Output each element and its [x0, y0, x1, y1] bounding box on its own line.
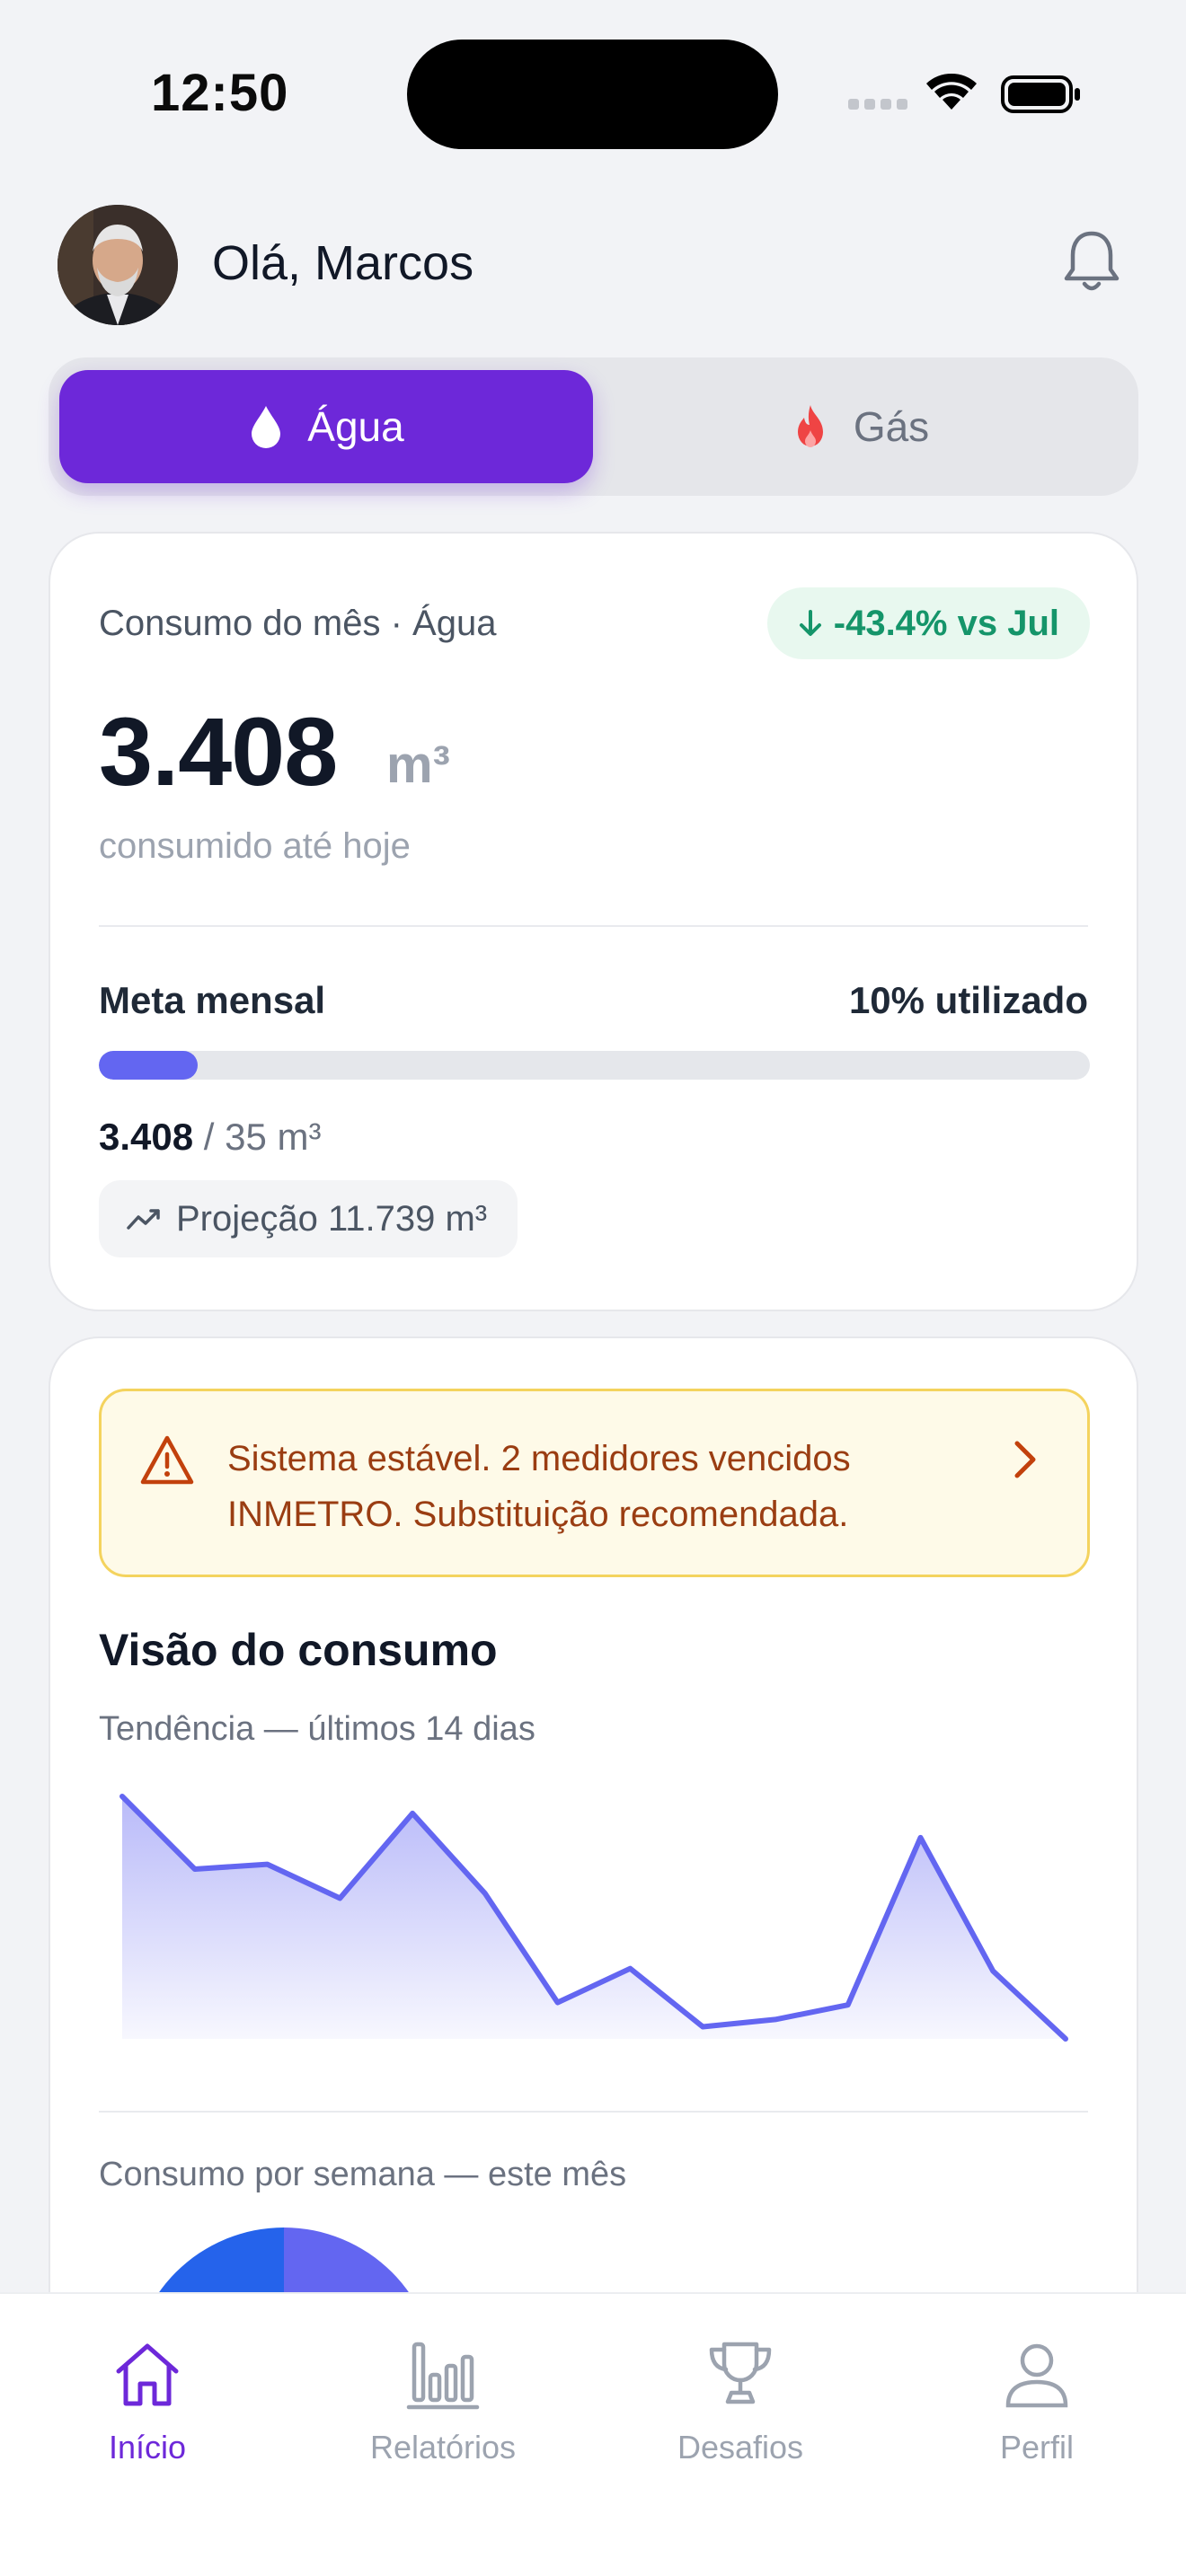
- projection-pill: Projeção 11.739 m³: [99, 1180, 518, 1257]
- status-icons: [848, 73, 1080, 113]
- chevron-right-icon: [1014, 1441, 1036, 1478]
- goal-used: 10% utilizado: [848, 979, 1088, 1021]
- trend-chart-label: Tendência — últimos 14 dias: [99, 1710, 535, 1748]
- wifi-icon: [926, 73, 977, 110]
- greeting-text: Olá, Marcos: [212, 236, 474, 290]
- delta-badge: -43.4% vs Jul: [766, 587, 1090, 659]
- delta-badge-text: -43.4% vs Jul: [833, 603, 1059, 643]
- water-drop-icon: [252, 406, 281, 448]
- goal-progress-fill: [99, 1051, 199, 1080]
- bell-icon[interactable]: [1060, 228, 1123, 295]
- tab-gas-label: Gás: [853, 403, 930, 450]
- tab-agua-label: Água: [307, 403, 404, 450]
- trend-point: [919, 1837, 921, 1839]
- usage-current: 3.408: [99, 1116, 194, 1158]
- trend-point: [702, 2026, 704, 2027]
- status-time: 12:50: [151, 64, 289, 122]
- trend-point: [484, 1892, 486, 1894]
- avatar[interactable]: [58, 205, 178, 325]
- battery-icon: [1001, 75, 1080, 113]
- projection-text: Projeção 11.739 m³: [176, 1198, 488, 1239]
- signal-icon: [848, 99, 907, 110]
- status-bar: 12:50: [0, 0, 1186, 171]
- trend-point: [121, 1795, 123, 1797]
- header: Olá, Marcos: [0, 201, 1186, 327]
- trend-point: [847, 2004, 849, 2006]
- alert-banner[interactable]: Sistema estável. 2 medidores vencidos IN…: [99, 1389, 1090, 1577]
- trend-point: [992, 1970, 994, 1972]
- trend-point: [557, 2002, 559, 2003]
- trend-point: [267, 1864, 269, 1866]
- tab-inicio[interactable]: Início: [13, 2337, 282, 2490]
- tab-desafios[interactable]: Desafios: [606, 2337, 875, 2490]
- tab-agua[interactable]: Água: [59, 370, 593, 483]
- goal-label: Meta mensal: [99, 979, 326, 1021]
- bar-chart-icon: [406, 2342, 480, 2410]
- arrow-down-icon: [799, 610, 821, 636]
- tab-desafios-label: Desafios: [677, 2429, 804, 2466]
- usage-line: 3.408 / 35 m³: [99, 1116, 321, 1159]
- trend-point: [774, 2018, 776, 2020]
- tab-perfil-label: Perfil: [999, 2429, 1075, 2466]
- consumption-card: Consumo do mês · Água -43.4% vs Jul 3.40…: [49, 532, 1138, 1311]
- section-title: Visão do consumo: [99, 1625, 498, 1675]
- tab-relatorios-label: Relatórios: [369, 2429, 517, 2466]
- divider: [99, 2111, 1088, 2113]
- divider: [99, 925, 1088, 927]
- tab-gas[interactable]: Gás: [593, 370, 1127, 483]
- dynamic-island: [407, 40, 778, 149]
- trend-point: [339, 1897, 341, 1899]
- trend-point: [1065, 2038, 1067, 2040]
- trend-chart: [119, 1794, 1068, 2042]
- consumption-unit: m³: [386, 736, 450, 794]
- utility-toggle: Água Gás: [49, 357, 1138, 496]
- warning-icon: [140, 1435, 194, 1485]
- flame-icon: [797, 405, 823, 447]
- avatar-image: [58, 205, 178, 325]
- tab-relatorios[interactable]: Relatórios: [308, 2337, 578, 2490]
- tab-bar: Início Relatórios Desafios Perfil: [0, 2292, 1186, 2576]
- trend-point: [629, 1968, 631, 1970]
- consumption-value: 3.408: [99, 697, 338, 806]
- usage-total: / 35 m³: [203, 1116, 322, 1158]
- trend-point: [194, 1868, 196, 1870]
- consumption-title: Consumo do mês · Água: [99, 604, 497, 643]
- home-icon: [116, 2343, 179, 2406]
- trend-up-icon: [127, 1209, 160, 1230]
- trophy-icon: [709, 2342, 772, 2404]
- weekly-chart-label: Consumo por semana — este mês: [99, 2156, 627, 2193]
- alert-text: Sistema estável. 2 medidores vencidos IN…: [227, 1439, 851, 1534]
- goal-progress-bar: [99, 1051, 1090, 1080]
- trend-area: [122, 1796, 1066, 2039]
- tab-inicio-label: Início: [108, 2429, 187, 2466]
- user-icon: [1005, 2343, 1068, 2408]
- tab-perfil[interactable]: Perfil: [902, 2337, 1172, 2490]
- consumption-subtitle: consumido até hoje: [99, 826, 411, 866]
